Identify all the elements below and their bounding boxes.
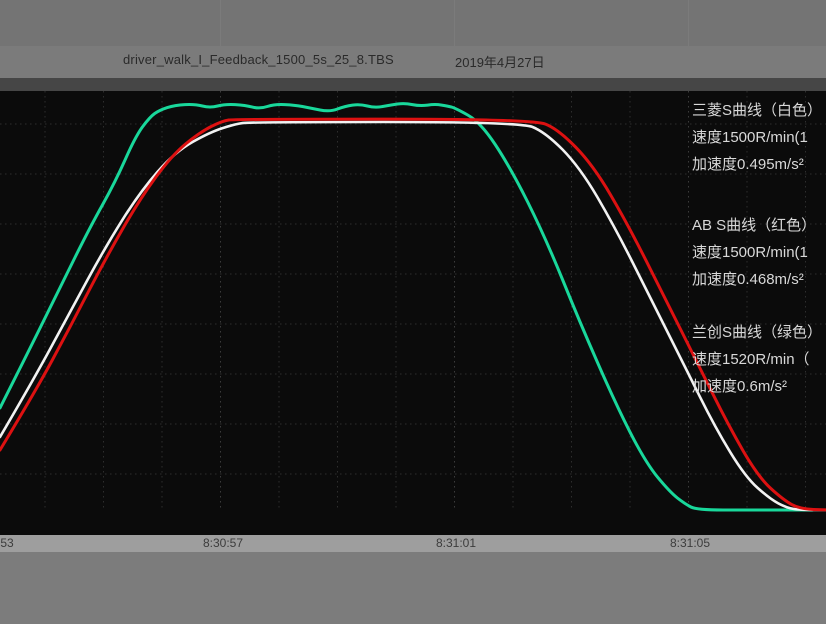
legend-title: AB S曲线（红色） — [692, 212, 816, 239]
header-separator-band — [0, 78, 826, 91]
legend-title: 三菱S曲线（白色） — [692, 97, 822, 124]
x-tick-label: 53 — [0, 536, 13, 550]
legend-accel: 加速度0.495m/s² — [692, 151, 822, 178]
legend-speed: 速度1520R/min（ — [692, 346, 822, 373]
chart-plot-area[interactable]: 三菱S曲线（白色） 速度1500R/min(1 加速度0.495m/s² AB … — [0, 91, 826, 535]
title-row: driver_walk_I_Feedback_1500_5s_25_8.TBS … — [0, 46, 826, 78]
x-axis-strip: 53 8:30:57 8:31:01 8:31:05 — [0, 535, 826, 552]
x-tick-label: 8:31:01 — [436, 536, 476, 550]
series-line-白色 — [0, 122, 826, 510]
footer-area — [0, 552, 826, 624]
record-date: 2019年4月27日 — [455, 52, 545, 71]
x-tick-label: 8:31:05 — [670, 536, 710, 550]
series-line-绿色 — [0, 104, 812, 510]
file-title: driver_walk_I_Feedback_1500_5s_25_8.TBS — [123, 52, 394, 67]
x-tick-label: 8:30:57 — [203, 536, 243, 550]
legend-accel: 加速度0.468m/s² — [692, 266, 816, 293]
legend-accel: 加速度0.6m/s² — [692, 373, 822, 400]
legend-speed: 速度1500R/min(1 — [692, 239, 816, 266]
app-window: { "header": { "filename": "driver_walk_I… — [0, 0, 826, 624]
legend-ab: AB S曲线（红色） 速度1500R/min(1 加速度0.468m/s² — [692, 212, 816, 293]
header-bar: driver_walk_I_Feedback_1500_5s_25_8.TBS … — [0, 0, 826, 78]
legend-mitsubishi: 三菱S曲线（白色） 速度1500R/min(1 加速度0.495m/s² — [692, 97, 822, 178]
legend-lanchuang: 兰创S曲线（绿色） 速度1520R/min（ 加速度0.6m/s² — [692, 319, 822, 400]
legend-title: 兰创S曲线（绿色） — [692, 319, 822, 346]
legend-speed: 速度1500R/min(1 — [692, 124, 822, 151]
